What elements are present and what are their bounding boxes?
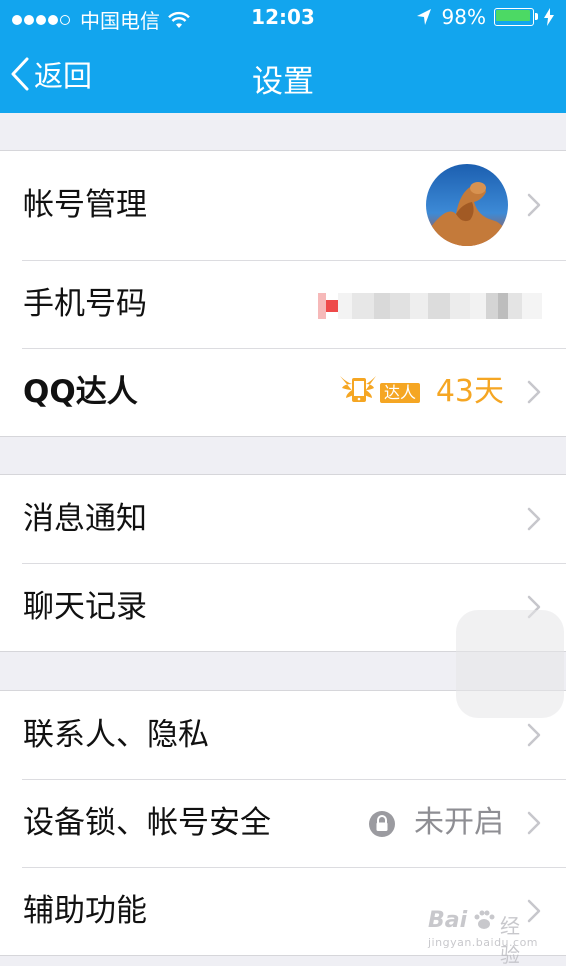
paw-icon [474, 910, 495, 929]
page-title: 设置 [252, 64, 314, 100]
row-qq-expert[interactable]: QQ达人 达人 43天 [0, 348, 566, 436]
row-account-management[interactable]: 帐号管理 [0, 151, 566, 260]
battery-icon [494, 8, 538, 26]
settings-group-account: 帐号管理 手机号码 QQ达人 达人 43天 [0, 150, 566, 437]
avatar[interactable] [426, 164, 508, 246]
row-phone-number[interactable]: 手机号码 [0, 260, 566, 348]
app-header: 中国电信 12:03 98% 返回 设置 [0, 0, 566, 113]
device-lock-status: 未开启 [414, 805, 504, 840]
chevron-right-icon [527, 380, 541, 404]
watermark-logo: Bai [428, 908, 468, 933]
row-message-notifications[interactable]: 消息通知 [0, 475, 566, 563]
row-label: 帐号管理 [23, 187, 147, 223]
badge-label: 达人 [380, 383, 420, 403]
chevron-right-icon [527, 193, 541, 217]
expert-days-value: 43天 [435, 374, 504, 409]
row-label: 聊天记录 [23, 589, 147, 625]
row-label: 辅助功能 [23, 893, 147, 929]
row-label: QQ达人 [23, 374, 138, 410]
chevron-right-icon [527, 507, 541, 531]
qq-expert-badge: 达人 [338, 372, 426, 410]
chevron-right-icon [527, 811, 541, 835]
baidu-jingyan-watermark: Bai 经验 jingyan.baidu.com [428, 908, 539, 966]
charging-bolt-icon [544, 8, 554, 26]
chevron-right-icon [527, 723, 541, 747]
row-label: 联系人、隐私 [23, 717, 209, 753]
status-bar: 中国电信 12:03 98% [0, 0, 566, 36]
row-device-lock-security[interactable]: 设备锁、帐号安全 未开启 [0, 779, 566, 867]
battery-percentage: 98% [441, 5, 486, 29]
location-arrow-icon [416, 9, 431, 25]
row-label: 手机号码 [23, 286, 147, 322]
row-label: 消息通知 [23, 501, 147, 537]
watermark-url: jingyan.baidu.com [428, 936, 539, 949]
status-right: 98% [416, 5, 554, 29]
row-label: 设备锁、帐号安全 [23, 805, 271, 841]
navigation-bar: 返回 设置 [0, 36, 566, 113]
obscured-phone-number [318, 293, 542, 319]
lock-icon [369, 811, 395, 837]
assistive-touch-button[interactable] [456, 610, 564, 718]
